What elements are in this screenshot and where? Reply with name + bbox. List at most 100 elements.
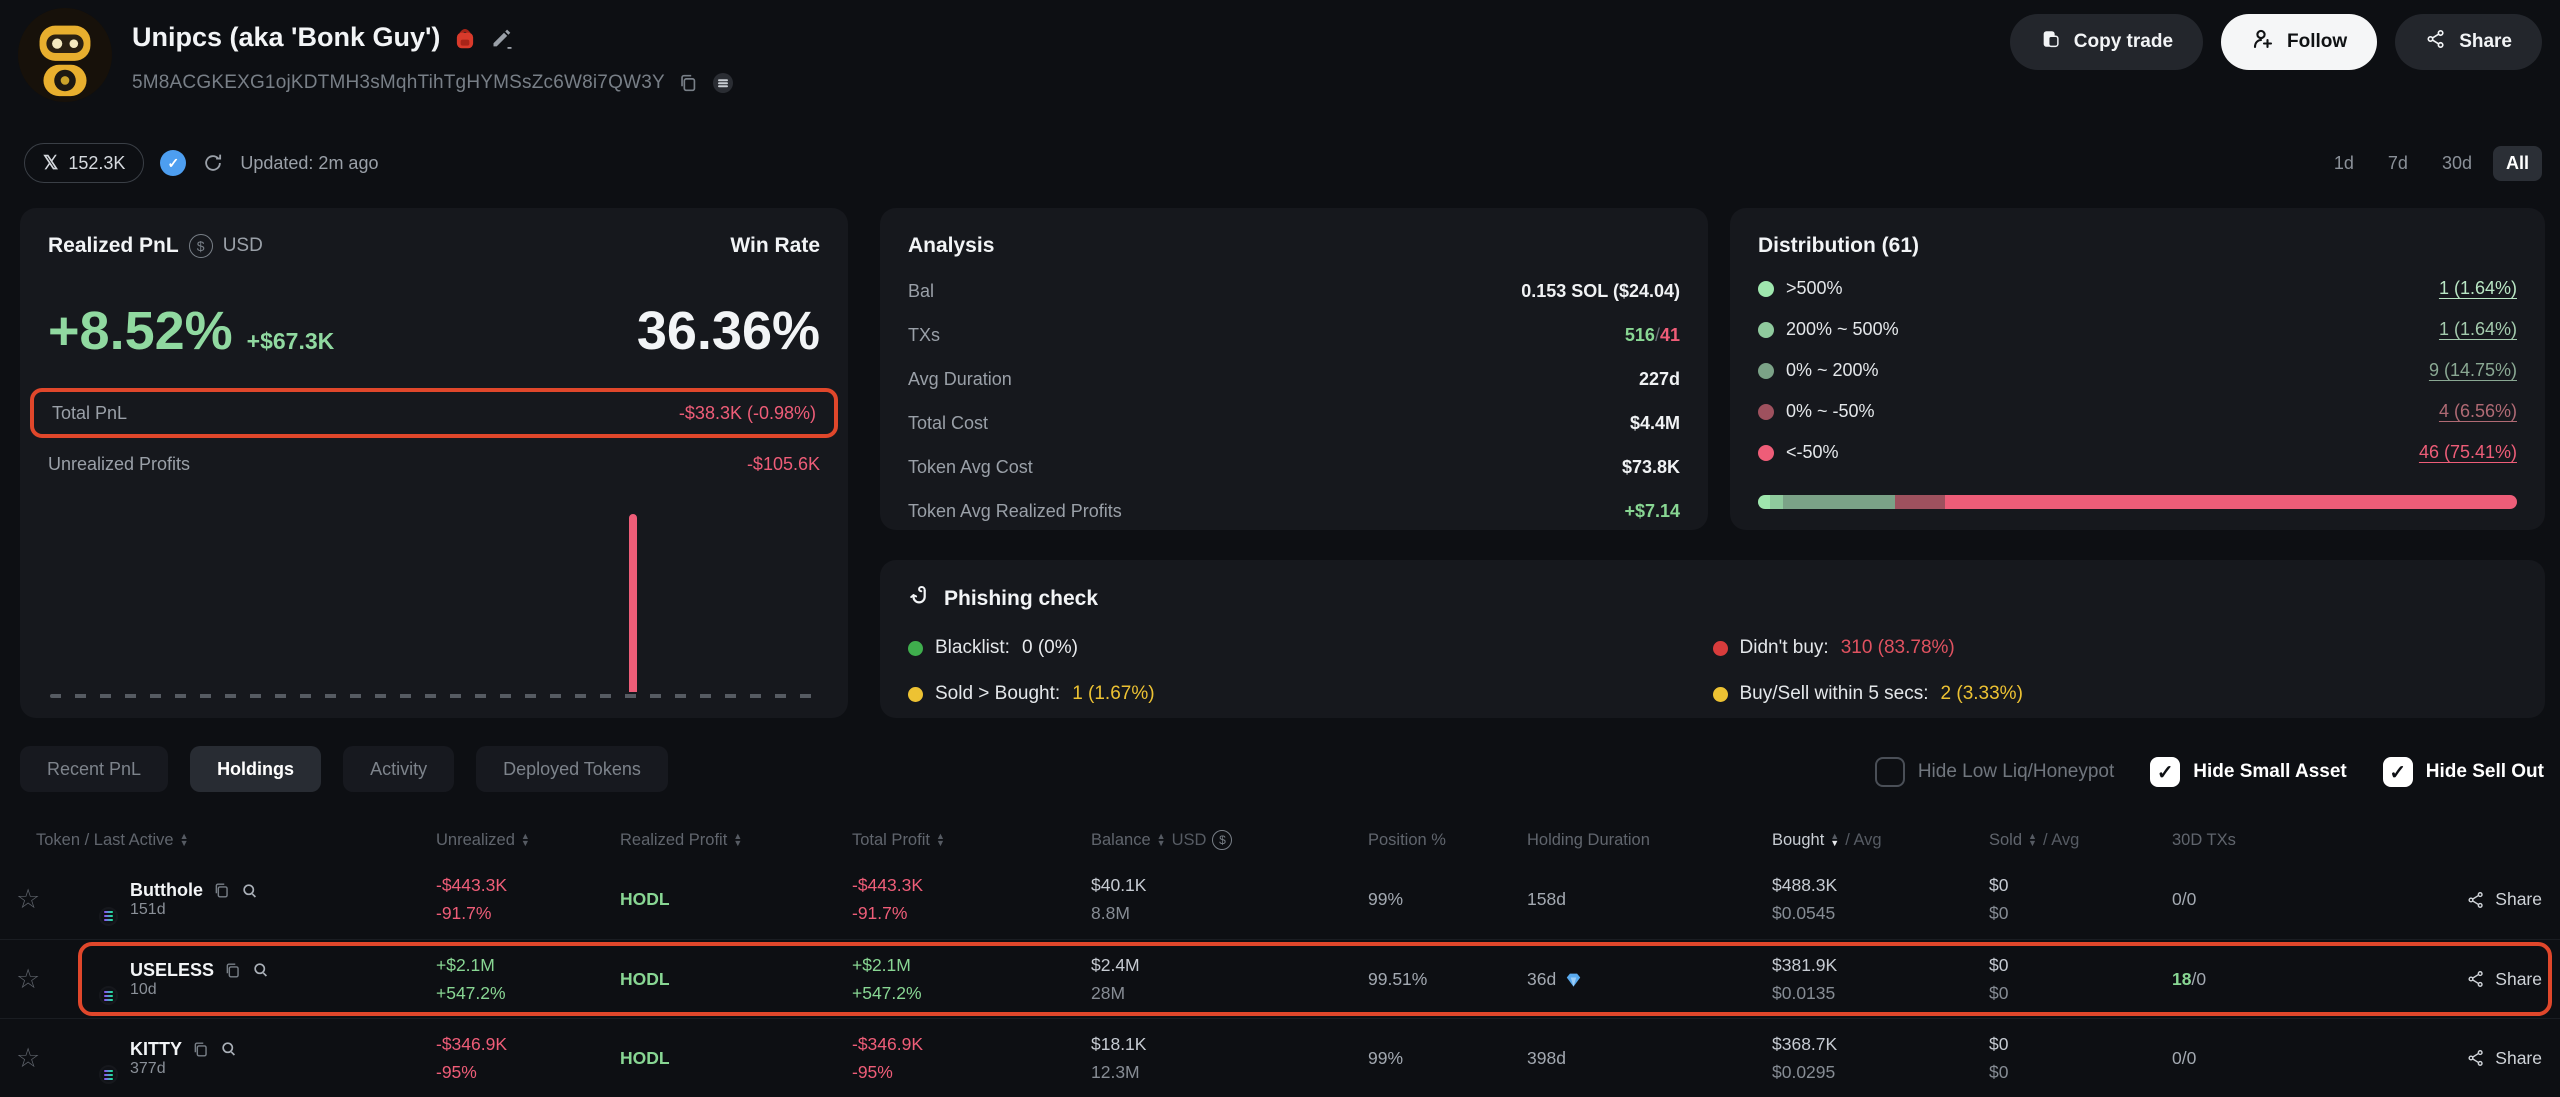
analysis-row-total-cost: Total Cost $4.4M [908, 413, 1680, 434]
currency-label: USD [223, 235, 263, 257]
unrealized-profits-value: -$105.6K [747, 454, 820, 475]
copy-address-icon[interactable] [677, 72, 699, 94]
wallet-address: 5M8ACGKEXG1ojKDTMH3sMqhTihTgHYMSsZc6W8i7… [132, 72, 665, 94]
sort-icon[interactable]: ▲▼ [1830, 833, 1839, 847]
token-last-active: 377d [130, 1060, 166, 1077]
tab-activity[interactable]: Activity [343, 746, 454, 792]
sort-icon[interactable]: ▲▼ [521, 833, 530, 847]
token-name[interactable]: KITTY [130, 1039, 182, 1060]
total-pnl-highlight: Total PnL -$38.3K (-0.98%) [30, 388, 838, 438]
copy-trade-label: Copy trade [2074, 31, 2173, 53]
explorer-icon[interactable] [711, 71, 735, 95]
table-row[interactable]: ☆ USELESS 10d +$2.1M+547.2% HODL +$2.1M+… [0, 939, 2560, 1018]
copy-token-icon[interactable] [212, 881, 231, 900]
star-icon[interactable]: ☆ [16, 964, 42, 995]
phishing-item: Blacklist: 0 (0%) [908, 637, 1713, 659]
copy-token-icon[interactable] [223, 961, 242, 980]
time-filter[interactable]: All [2493, 146, 2542, 181]
token-avatar [68, 956, 114, 1002]
solana-badge-icon [99, 986, 118, 1005]
distribution-dot-icon [1758, 281, 1774, 297]
share-row-button[interactable]: Share [2466, 1048, 2542, 1069]
analysis-card: Analysis Bal 0.153 SOL ($24.04) TXs 516/… [880, 208, 1708, 530]
table-row[interactable]: ☆ KITTY 377d -$346.9K-95% HODL -$346.9K-… [0, 1018, 2560, 1097]
holdings-table: Token / Last Active▲▼ Unrealized▲▼ Reali… [0, 820, 2560, 1097]
phishing-item: Buy/Sell within 5 secs: 2 (3.33%) [1713, 683, 2518, 705]
follow-label: Follow [2287, 31, 2347, 53]
distribution-row: >500% 1 (1.64%) [1758, 278, 2517, 299]
checkbox-icon[interactable] [2383, 757, 2413, 787]
copy-trade-button[interactable]: Copy trade [2010, 14, 2203, 70]
sort-icon[interactable]: ▲▼ [2028, 833, 2037, 847]
realized-pnl-title: Realized PnL [48, 234, 179, 258]
copy-token-icon[interactable] [191, 1040, 210, 1059]
share-profile-label: Share [2459, 31, 2512, 53]
filter-hide-small-asset[interactable]: Hide Small Asset [2150, 757, 2346, 787]
edit-name-icon[interactable] [490, 26, 514, 50]
sort-icon[interactable]: ▲▼ [1157, 833, 1166, 847]
filter-hide-low-liq[interactable]: Hide Low Liq/Honeypot [1875, 757, 2114, 787]
distribution-title: Distribution (61) [1758, 234, 2517, 258]
twitter-followers-pill[interactable]: 𝕏 152.3K [24, 143, 144, 183]
sort-icon[interactable]: ▲▼ [936, 833, 945, 847]
status-dot-icon [908, 687, 923, 702]
time-filter[interactable]: 7d [2375, 146, 2421, 181]
analysis-row-txs: TXs 516/41 [908, 325, 1680, 346]
follow-icon [2251, 27, 2275, 57]
status-dot-icon [1713, 687, 1728, 702]
refresh-icon[interactable] [202, 152, 224, 174]
token-last-active: 151d [130, 901, 166, 918]
distribution-row: 0% ~ -50% 4 (6.56%) [1758, 401, 2517, 422]
share-row-button[interactable]: Share [2466, 889, 2542, 910]
share-row-button[interactable]: Share [2466, 969, 2542, 990]
phishing-check-title: Phishing check [944, 587, 1098, 611]
filter-hide-sell-out[interactable]: Hide Sell Out [2383, 757, 2544, 787]
checkbox-icon[interactable] [2150, 757, 2180, 787]
holdings-tab-bar: Recent PnL Holdings Activity Deployed To… [20, 746, 668, 792]
distribution-count-link[interactable]: 1 (1.64%) [2439, 319, 2517, 340]
search-token-icon[interactable] [240, 881, 260, 901]
sort-icon[interactable]: ▲▼ [180, 833, 189, 847]
token-name[interactable]: USELESS [130, 960, 214, 981]
time-filter-group: 1d 7d 30d All [2321, 146, 2542, 181]
tab-deployed-tokens[interactable]: Deployed Tokens [476, 746, 668, 792]
share-profile-button[interactable]: Share [2395, 14, 2542, 70]
realized-status: HODL [620, 1048, 670, 1068]
token-avatar [68, 1035, 114, 1081]
time-filter[interactable]: 1d [2321, 146, 2367, 181]
distribution-row: 200% ~ 500% 1 (1.64%) [1758, 319, 2517, 340]
copy-trade-icon [2040, 28, 2062, 56]
realized-status: HODL [620, 969, 670, 989]
usd-coin-icon[interactable]: $ [1212, 830, 1232, 850]
star-icon[interactable]: ☆ [16, 884, 42, 915]
time-filter[interactable]: 30d [2429, 146, 2485, 181]
updated-text: Updated: 2m ago [240, 153, 378, 174]
search-token-icon[interactable] [251, 960, 271, 980]
follow-button[interactable]: Follow [2221, 14, 2377, 70]
distribution-count-link[interactable]: 4 (6.56%) [2439, 401, 2517, 422]
sort-icon[interactable]: ▲▼ [733, 833, 742, 847]
distribution-dot-icon [1758, 322, 1774, 338]
usd-swap-icon[interactable]: $ [189, 234, 213, 258]
table-row[interactable]: ☆ Butthole 151d -$443.3K-91.7% HODL -$44… [0, 860, 2560, 939]
x-logo-icon: 𝕏 [43, 152, 58, 175]
total-pnl-value: -$38.3K (-0.98%) [679, 403, 816, 424]
checkbox-icon[interactable] [1875, 757, 1905, 787]
analysis-title: Analysis [908, 234, 1680, 258]
status-dot-icon [1713, 641, 1728, 656]
pnl-amount: +$67.3K [247, 328, 335, 355]
star-icon[interactable]: ☆ [16, 1043, 42, 1074]
phishing-item: Sold > Bought: 1 (1.67%) [908, 683, 1713, 705]
distribution-count-link[interactable]: 9 (14.75%) [2429, 360, 2517, 381]
search-token-icon[interactable] [219, 1039, 239, 1059]
table-header-row: Token / Last Active▲▼ Unrealized▲▼ Reali… [0, 820, 2560, 860]
distribution-count-link[interactable]: 1 (1.64%) [2439, 278, 2517, 299]
profile-name: Unipcs (aka 'Bonk Guy') [132, 22, 440, 53]
token-name[interactable]: Butthole [130, 880, 203, 901]
pnl-percent: +8.52% [48, 300, 233, 362]
distribution-count-link[interactable]: 46 (75.41%) [2419, 442, 2517, 463]
tab-holdings[interactable]: Holdings [190, 746, 321, 792]
tab-recent-pnl[interactable]: Recent PnL [20, 746, 168, 792]
distribution-row: <-50% 46 (75.41%) [1758, 442, 2517, 463]
pnl-chart-baseline [50, 694, 818, 698]
